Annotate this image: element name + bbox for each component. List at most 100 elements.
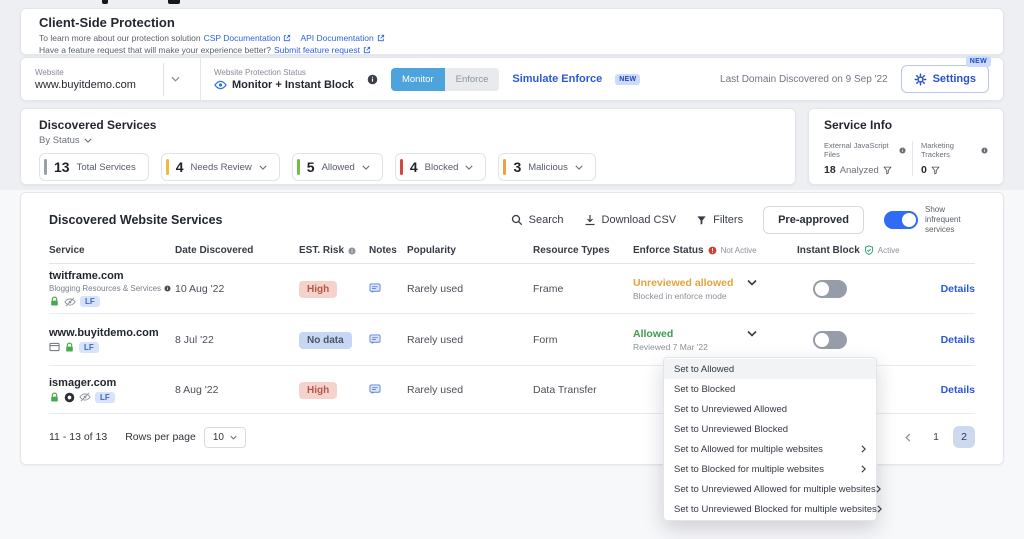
stat-label: Total Services <box>76 161 136 173</box>
intro-text: To learn more about our protection solut… <box>39 33 201 43</box>
divider <box>200 58 201 100</box>
service-name[interactable]: ismager.com <box>49 377 175 389</box>
col-notes: Notes <box>369 245 397 256</box>
menu-item-set-unreviewed-blocked[interactable]: Set to Unreviewed Blocked <box>664 419 876 439</box>
note-icon[interactable] <box>369 384 407 395</box>
stat-blocked[interactable]: 4 Blocked <box>394 153 487 181</box>
info-icon[interactable] <box>348 247 356 255</box>
simulate-enforce-link[interactable]: Simulate Enforce <box>512 73 602 85</box>
chevron-right-icon <box>861 465 866 473</box>
search-button[interactable]: Search <box>511 214 564 226</box>
info-icon[interactable] <box>367 74 378 85</box>
website-value: www.buyitdemo.com <box>35 78 136 91</box>
chevron-down-icon[interactable] <box>747 279 757 286</box>
note-icon[interactable] <box>369 283 407 294</box>
menu-item-set-blocked-multiple[interactable]: Set to Blocked for multiple websites <box>664 459 876 479</box>
filter-icon[interactable] <box>931 166 940 175</box>
enforce-status-detail: Reviewed 7 Mar '22 <box>633 341 708 352</box>
enforce-status-value: Unreviewed allowed <box>633 276 734 289</box>
enforce-status-context-menu: Set to Allowed Set to Blocked Set to Unr… <box>663 357 882 521</box>
service-name[interactable]: twitframe.com <box>49 270 175 282</box>
api-documentation-link[interactable]: API Documentation <box>300 32 373 44</box>
lf-badge: LF <box>95 391 115 403</box>
lf-badge: LF <box>80 296 100 307</box>
page-2-button[interactable]: 2 <box>953 426 975 448</box>
stat-label: Malicious <box>528 161 568 173</box>
page-1-button[interactable]: 1 <box>925 426 947 448</box>
chevron-down-icon <box>259 165 267 170</box>
filter-icon <box>696 215 707 226</box>
menu-item-set-unreviewed-allowed[interactable]: Set to Unreviewed Allowed <box>664 399 876 419</box>
infrequent-toggle-label: Show infrequent services <box>925 205 961 234</box>
stat-malicious[interactable]: 3 Malicious <box>498 153 596 181</box>
details-link[interactable]: Details <box>941 334 975 346</box>
menu-item-set-allowed-multiple[interactable]: Set to Allowed for multiple websites <box>664 439 876 459</box>
info-icon <box>164 285 171 292</box>
details-link[interactable]: Details <box>941 283 975 295</box>
external-link-icon <box>283 34 291 42</box>
website-label: Website <box>35 67 64 77</box>
intro-card: Client-Side Protection To learn more abo… <box>20 8 1004 55</box>
date-discovered: 8 Aug '22 <box>175 383 219 396</box>
chevron-down-icon[interactable] <box>163 62 187 96</box>
monitor-button[interactable]: Monitor <box>390 67 445 91</box>
clipped-heading-fragment <box>102 0 108 4</box>
col-date: Date Discovered <box>175 245 254 256</box>
details-link[interactable]: Details <box>941 384 975 396</box>
website-select[interactable]: Website www.buyitdemo.com <box>35 62 187 96</box>
menu-item-set-unreviewed-blocked-multiple[interactable]: Set to Unreviewed Blocked for multiple w… <box>664 499 882 519</box>
external-link-icon <box>363 46 371 54</box>
filters-button[interactable]: Filters <box>696 214 743 226</box>
instant-state-text: Active <box>877 246 900 255</box>
download-csv-button[interactable]: Download CSV <box>584 214 676 226</box>
col-instant-block: Instant Block Active <box>797 245 900 256</box>
service-name[interactable]: www.buyitdemo.com <box>49 327 175 339</box>
enforce-status-detail: Blocked in enforce mode <box>633 290 727 301</box>
stat-total-services[interactable]: 13 Total Services <box>39 153 149 181</box>
lf-badge: LF <box>79 341 99 353</box>
submit-feature-request-link[interactable]: Submit feature request <box>274 44 360 56</box>
resource-types: Data Transfer <box>533 383 597 396</box>
instant-block-toggle[interactable] <box>813 330 847 349</box>
by-status-dropdown[interactable]: By Status <box>39 135 109 146</box>
chevron-down-icon[interactable] <box>747 330 757 337</box>
toggle-knob <box>902 213 916 227</box>
settings-button[interactable]: Settings NEW <box>900 56 991 93</box>
service-category: Blogging Resources & Services <box>49 284 162 293</box>
infrequent-services-toggle[interactable] <box>884 211 918 229</box>
gear-icon <box>914 73 927 86</box>
chevron-right-icon <box>876 485 881 493</box>
prev-page-button[interactable] <box>897 426 919 448</box>
filter-icon[interactable] <box>883 166 892 175</box>
by-status-label: By Status <box>39 135 80 146</box>
external-link-icon <box>377 34 385 42</box>
service-info-title: Service Info <box>824 118 893 132</box>
col-popularity: Popularity <box>407 245 456 256</box>
resource-types: Form <box>533 333 558 346</box>
pre-approved-button[interactable]: Pre-approved <box>763 206 864 234</box>
toggle-knob <box>815 281 829 296</box>
stat-count: 4 <box>409 159 418 175</box>
chevron-right-icon <box>861 445 866 453</box>
eye-off-icon <box>64 297 76 307</box>
risk-badge: No data <box>299 332 352 349</box>
feature-request-text: Have a feature request that will make yo… <box>39 45 271 55</box>
new-badge: NEW <box>615 73 641 85</box>
instant-block-toggle[interactable] <box>813 279 847 298</box>
enforce-button[interactable]: Enforce <box>444 67 500 91</box>
trackers-label: Marketing Trackers <box>920 141 954 159</box>
search-icon <box>511 214 523 226</box>
note-icon[interactable] <box>369 334 407 345</box>
menu-item-set-blocked[interactable]: Set to Blocked <box>664 379 876 399</box>
table-title: Discovered Website Services <box>49 213 223 227</box>
menu-item-set-unreviewed-allowed-multiple[interactable]: Set to Unreviewed Allowed for multiple w… <box>664 479 881 499</box>
discovered-services-title: Discovered Services <box>39 118 157 132</box>
last-domain-text: Last Domain Discovered on 9 Sep '22 <box>720 73 888 85</box>
lock-icon <box>49 296 60 307</box>
menu-item-set-allowed[interactable]: Set to Allowed <box>664 359 876 379</box>
stat-allowed[interactable]: 5 Allowed <box>291 153 383 181</box>
rows-per-page-select[interactable]: 10 <box>203 426 246 448</box>
stat-label: Needs Review <box>190 161 252 173</box>
stat-needs-review[interactable]: 4 Needs Review <box>160 153 280 181</box>
csp-documentation-link[interactable]: CSP Documentation <box>204 32 281 44</box>
